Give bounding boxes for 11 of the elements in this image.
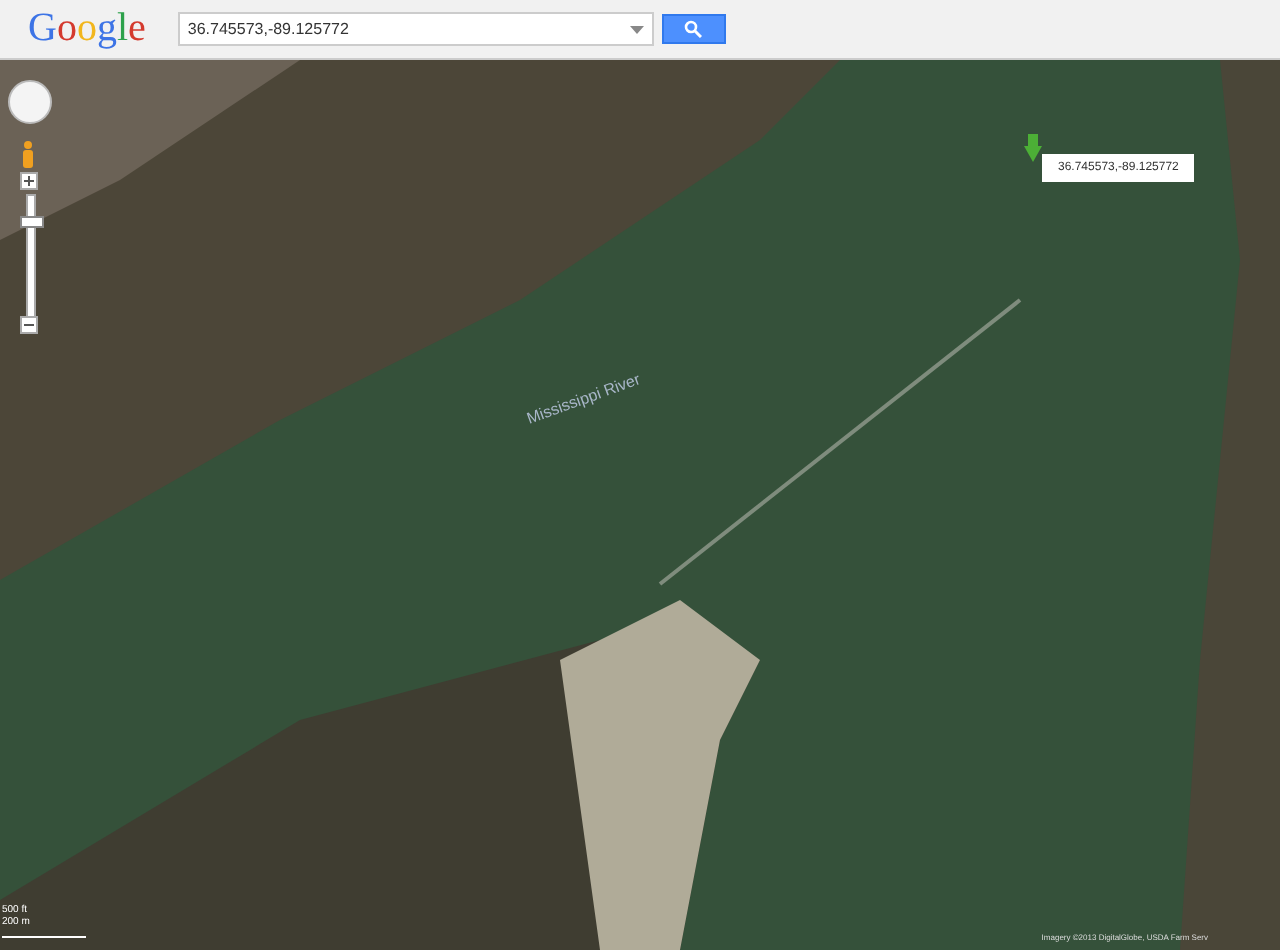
zoom-in-button[interactable] [20,172,38,190]
google-logo[interactable]: Google [28,6,146,52]
caret-icon[interactable] [629,26,644,34]
search-field[interactable]: 36.745573,-89.125772 [177,12,654,46]
map-marker-icon[interactable] [1024,134,1042,162]
plus-icon [24,176,34,186]
search-button[interactable] [661,14,726,44]
zoom-slider-handle[interactable] [20,216,44,229]
zoom-out-button[interactable] [20,316,38,334]
minus-icon [24,320,34,330]
search-icon [684,20,703,38]
